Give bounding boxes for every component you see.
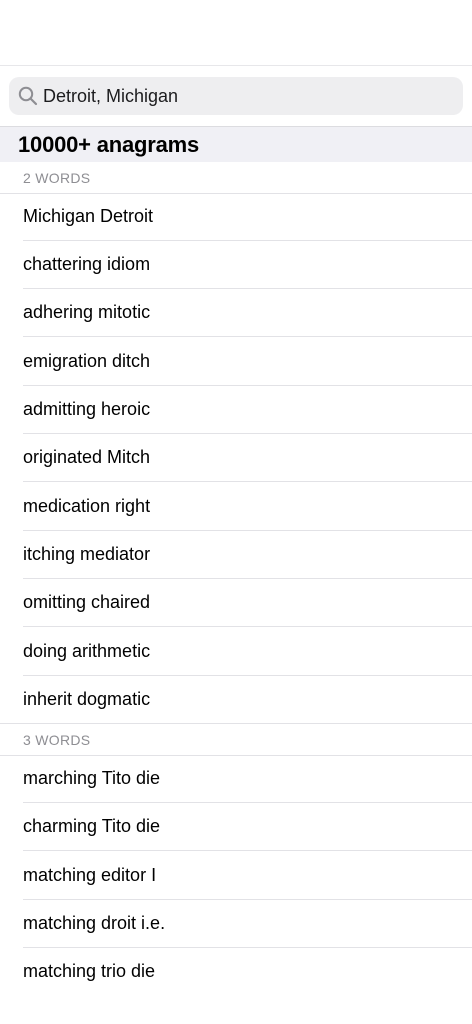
anagram-label: admitting heroic — [23, 399, 151, 419]
list-item[interactable]: matching trio die — [0, 948, 472, 996]
anagram-label: matching editor I — [23, 865, 157, 885]
list-item[interactable]: Michigan Detroit — [0, 193, 472, 241]
search-bar — [0, 66, 472, 127]
list-item[interactable]: medication right — [0, 483, 472, 531]
list-item[interactable]: chattering idiom — [0, 241, 472, 289]
navigation-bar — [0, 0, 472, 66]
list-item[interactable]: charming Tito die — [0, 803, 472, 851]
list-item[interactable]: marching Tito die — [0, 755, 472, 803]
row-divider — [23, 481, 472, 482]
section-header-3-words: 3 WORDS — [0, 724, 472, 756]
search-icon — [18, 86, 38, 106]
search-input[interactable] — [43, 77, 443, 115]
results-header: 10000+ anagrams — [0, 127, 472, 162]
anagram-label: originated Mitch — [23, 447, 151, 467]
row-divider — [23, 336, 472, 337]
row-divider — [23, 850, 472, 851]
row-divider — [23, 626, 472, 627]
search-field[interactable] — [9, 77, 463, 115]
list-item[interactable]: inherit dogmatic — [0, 676, 472, 724]
anagram-label: chattering idiom — [23, 254, 151, 274]
anagram-label: itching mediator — [23, 544, 151, 564]
anagram-label: marching Tito die — [23, 768, 161, 788]
list-item[interactable]: itching mediator — [0, 531, 472, 579]
section-header-label: 2 WORDS — [23, 170, 91, 186]
list-item[interactable]: adhering mitotic — [0, 289, 472, 337]
list-item[interactable]: originated Mitch — [0, 434, 472, 482]
list-item[interactable]: doing arithmetic — [0, 628, 472, 676]
anagram-label: medication right — [23, 496, 151, 516]
anagram-label: matching trio die — [23, 961, 156, 981]
list-item[interactable]: admitting heroic — [0, 386, 472, 434]
results-count-title: 10000+ anagrams — [18, 132, 200, 157]
section-header-2-words: 2 WORDS — [0, 162, 472, 194]
anagram-label: inherit dogmatic — [23, 689, 151, 709]
anagram-label: matching droit i.e. — [23, 913, 166, 933]
section-header-label: 3 WORDS — [23, 732, 91, 748]
anagram-label: Michigan Detroit — [23, 206, 154, 226]
anagram-label: charming Tito die — [23, 816, 161, 836]
list-item[interactable]: emigration ditch — [0, 338, 472, 386]
list-item[interactable]: omitting chaired — [0, 579, 472, 627]
list-item[interactable]: matching editor I — [0, 852, 472, 900]
anagram-label: doing arithmetic — [23, 641, 151, 661]
anagram-label: emigration ditch — [23, 351, 151, 371]
anagram-label: omitting chaired — [23, 592, 151, 612]
list-item[interactable]: matching droit i.e. — [0, 900, 472, 948]
anagram-label: adhering mitotic — [23, 302, 151, 322]
